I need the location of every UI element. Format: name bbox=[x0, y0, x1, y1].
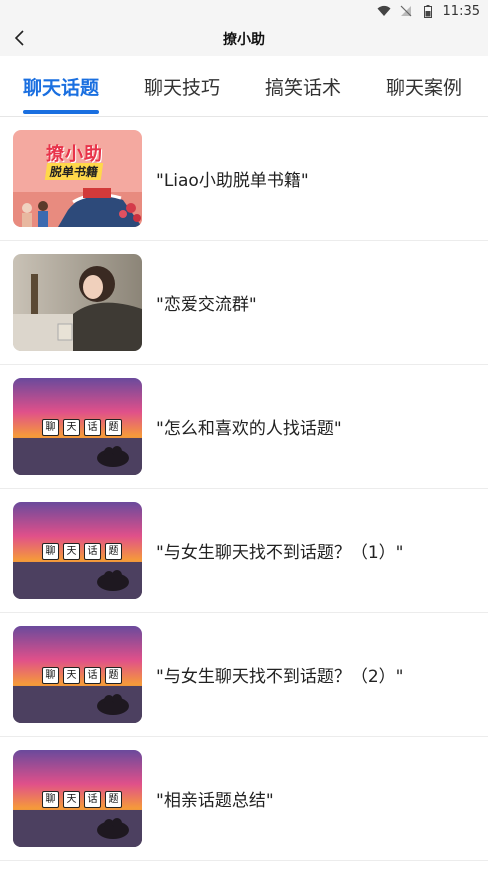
badge: 聊 bbox=[42, 791, 59, 808]
item-title: "与女生聊天找不到话题？（1）" bbox=[156, 543, 404, 563]
list-item[interactable]: 聊 天 话 题 "与女生聊天找不到话题？（2）" bbox=[0, 613, 488, 737]
badge: 话 bbox=[84, 419, 101, 436]
status-time: 11:35 bbox=[442, 3, 480, 19]
topic-badges: 聊 天 话 题 bbox=[42, 667, 122, 684]
list-item[interactable]: 聊 天 话 题 "相亲话题总结" bbox=[0, 737, 488, 861]
chevron-left-icon bbox=[14, 30, 24, 46]
badge: 聊 bbox=[42, 667, 59, 684]
badge: 话 bbox=[84, 667, 101, 684]
item-title: "相亲话题总结" bbox=[156, 791, 274, 811]
badge: 题 bbox=[105, 667, 122, 684]
badge: 天 bbox=[63, 419, 80, 436]
sunset-thumbnail: 聊 天 话 题 bbox=[13, 750, 142, 847]
back-button[interactable] bbox=[8, 26, 32, 50]
tab-chat-cases[interactable]: 聊天案例 bbox=[386, 56, 462, 116]
badge: 话 bbox=[84, 543, 101, 560]
tab-funny-lines[interactable]: 搞笑话术 bbox=[265, 56, 341, 116]
group-photo-thumbnail bbox=[13, 254, 142, 351]
badge: 聊 bbox=[42, 543, 59, 560]
page-title: 撩小助 bbox=[223, 32, 265, 48]
list-item[interactable]: 聊 天 话 题 "怎么和喜欢的人找话题" bbox=[0, 365, 488, 489]
sunset-thumbnail: 聊 天 话 题 bbox=[13, 626, 142, 723]
badge: 题 bbox=[105, 791, 122, 808]
tab-bar: 聊天话题 聊天技巧 搞笑话术 聊天案例 bbox=[0, 56, 488, 117]
badge: 天 bbox=[63, 667, 80, 684]
badge: 话 bbox=[84, 791, 101, 808]
topic-badges: 聊 天 话 题 bbox=[42, 791, 122, 808]
tab-chat-skills[interactable]: 聊天技巧 bbox=[144, 56, 220, 116]
badge: 题 bbox=[105, 543, 122, 560]
status-bar: 11:35 bbox=[0, 0, 488, 22]
cover-subtitle: 脱单书籍 bbox=[44, 163, 104, 180]
wifi-icon bbox=[377, 5, 391, 17]
badge: 天 bbox=[63, 543, 80, 560]
list-item[interactable]: 聊 天 话 题 "与女生聊天找不到话题？（1）" bbox=[0, 489, 488, 613]
item-title: "与女生聊天找不到话题？（2）" bbox=[156, 667, 404, 687]
signal-off-icon bbox=[399, 5, 413, 17]
tab-chat-topics[interactable]: 聊天话题 bbox=[23, 56, 100, 116]
badge: 题 bbox=[105, 419, 122, 436]
book-cover-thumbnail: 撩小助 脱单书籍 bbox=[13, 130, 142, 227]
topic-badges: 聊 天 话 题 bbox=[42, 543, 122, 560]
item-title: "怎么和喜欢的人找话题" bbox=[156, 419, 342, 439]
app-header: 撩小助 bbox=[0, 22, 488, 56]
sunset-thumbnail: 聊 天 话 题 bbox=[13, 378, 142, 475]
list-item[interactable]: 撩小助 脱单书籍 "Liao小助脱单书籍" bbox=[0, 117, 488, 241]
sunset-thumbnail: 聊 天 话 题 bbox=[13, 502, 142, 599]
item-title: "Liao小助脱单书籍" bbox=[156, 171, 309, 191]
item-title: "恋爱交流群" bbox=[156, 295, 257, 315]
topic-list: 撩小助 脱单书籍 "Liao小助脱单书籍" "恋爱交流群" 聊 天 话 题 "怎… bbox=[0, 117, 488, 861]
battery-icon bbox=[421, 4, 435, 18]
topic-badges: 聊 天 话 题 bbox=[42, 419, 122, 436]
badge: 聊 bbox=[42, 419, 59, 436]
badge: 天 bbox=[63, 791, 80, 808]
list-item[interactable]: "恋爱交流群" bbox=[0, 241, 488, 365]
